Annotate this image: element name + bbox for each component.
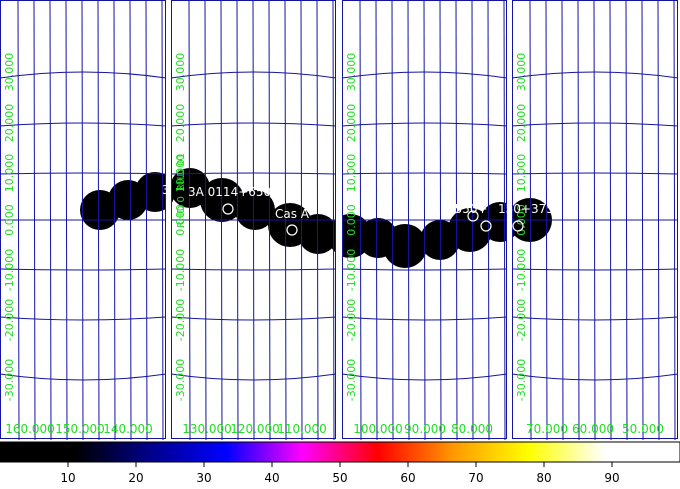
latitude-label: 30.000: [174, 53, 187, 92]
latitude-label: 30.000: [3, 53, 16, 92]
longitude-label: 60.000: [572, 422, 614, 436]
latitude-label: -10.000: [345, 249, 358, 291]
latitude-line: [0, 172, 166, 175]
source-label: Cas A: [275, 207, 310, 221]
latitude-label: 10.000: [3, 154, 16, 193]
longitude-label: 100.000: [353, 422, 403, 436]
map-panel-3[interactable]: [342, 0, 507, 440]
latitude-label: 30.000: [515, 53, 528, 92]
latitude-label: -10.000: [3, 249, 16, 291]
latitude-label: -20.000: [174, 299, 187, 341]
colorbar-tick-label: 40: [264, 471, 279, 485]
latitude-label: -20.000: [345, 299, 358, 341]
latitude-line: [512, 172, 678, 175]
sky-map-view[interactable]: 30.00020.00010.0000.000-10.000-20.000-30…: [0, 0, 680, 440]
colorbar-tick-label: 20: [128, 471, 143, 485]
latitude-label: -10.000: [515, 249, 528, 291]
latitude-label: 0.000: [3, 204, 16, 236]
latitude-label: -20.000: [515, 299, 528, 341]
source-label: 3A 0114+650: [188, 185, 271, 199]
latitude-label: 10.000: [515, 154, 528, 193]
latitude-label: -30.000: [174, 359, 187, 401]
latitude-line: [0, 122, 166, 127]
colorbar-tick-label: 10: [60, 471, 75, 485]
map-panel-4[interactable]: [512, 0, 678, 440]
longitude-label: 110.000: [277, 422, 327, 436]
longitude-label: 70.000: [526, 422, 568, 436]
latitude-label: 0.000: [345, 204, 358, 236]
source-label-fragment: 1550+: [447, 202, 488, 216]
colorbar-gradient: [0, 441, 680, 463]
latitude-line: [512, 71, 678, 79]
source-label-fragment: 150+375: [498, 202, 554, 216]
latitude-label: -20.000: [3, 299, 16, 341]
latitude-label: -10.000: [174, 249, 187, 291]
colorbar-tick-label: 90: [604, 471, 619, 485]
longitude-label: 50.000: [622, 422, 664, 436]
colorbar-tick-label: 30: [196, 471, 211, 485]
longitude-label: 160.000: [5, 422, 55, 436]
source-label: 3: [162, 183, 170, 197]
latitude-label: 10.000: [345, 154, 358, 193]
colorbar: 10 20 30 40 50 60 70 80 90: [0, 440, 680, 489]
latitude-label: -30.000: [345, 359, 358, 401]
colorbar-tick-label: 60: [400, 471, 415, 485]
longitude-label: 150.000: [55, 422, 105, 436]
longitude-label: 140.000: [103, 422, 153, 436]
longitude-label: 90.000: [404, 422, 446, 436]
latitude-line: [0, 71, 166, 79]
exposure-disc: [383, 224, 427, 268]
longitude-label: 130.000: [182, 422, 232, 436]
marker-label: RHD 0: [176, 196, 187, 228]
latitude-label: 20.000: [345, 104, 358, 143]
source-marker[interactable]: 3: [162, 183, 170, 197]
map-panel-1[interactable]: [0, 0, 166, 440]
latitude-label: -30.000: [3, 359, 16, 401]
map-panel-2[interactable]: [171, 0, 336, 440]
longitude-label: 120.000: [230, 422, 280, 436]
colorbar-tick-label: 50: [332, 471, 347, 485]
marker-label: RHD 01: [176, 153, 187, 191]
latitude-label: 30.000: [345, 53, 358, 92]
longitude-label: 80.000: [451, 422, 493, 436]
colorbar-tick-label: 80: [536, 471, 551, 485]
latitude-line: [512, 122, 678, 127]
latitude-label: -30.000: [515, 359, 528, 401]
latitude-label: 20.000: [515, 104, 528, 143]
latitude-label: 20.000: [174, 104, 187, 143]
colorbar-tick-label: 70: [468, 471, 483, 485]
latitude-label: 20.000: [3, 104, 16, 143]
